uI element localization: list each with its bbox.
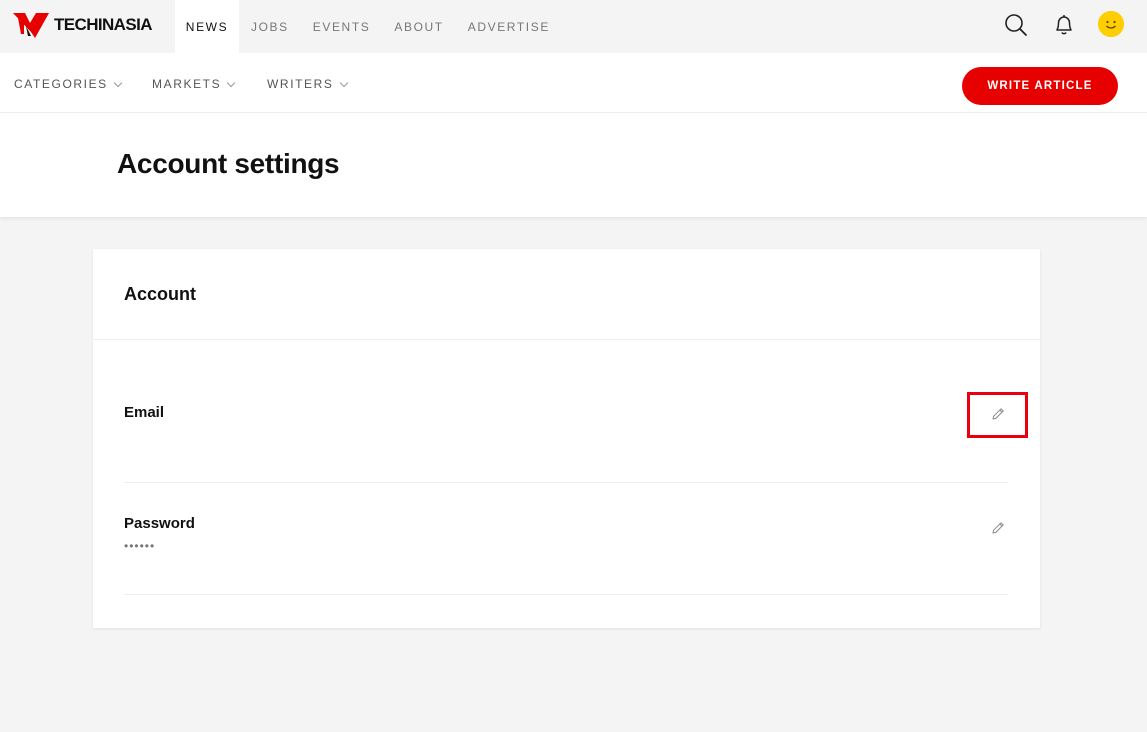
edit-password-button[interactable] [988,518,1008,538]
nav-jobs[interactable]: JOBS [239,0,301,53]
edit-email-button[interactable] [988,404,1008,424]
techinasia-logo[interactable]: TECHINASIA [12,10,153,40]
categories-dropdown[interactable]: CATEGORIES [14,77,123,91]
notifications-button[interactable] [1050,11,1078,39]
card-header: Account [93,249,1040,340]
secondary-navigation: CATEGORIES MARKETS WRITERS WRITE ARTICLE [0,53,1147,113]
chevron-down-icon [226,78,236,87]
chevron-down-icon [113,78,123,87]
pencil-icon [992,408,1004,420]
pencil-icon [992,522,1004,534]
chevron-down-icon [339,78,348,87]
email-label: Email [124,404,165,421]
top-navigation: TECHINASIA NEWS JOBS EVENTS ABOUT ADVERT… [0,0,1147,53]
search-icon [1005,14,1027,36]
page-header: Account settings [0,113,1147,217]
bell-icon [1056,15,1072,35]
writers-label: WRITERS [267,77,334,91]
nav-advertise[interactable]: ADVERTISE [456,0,562,53]
write-article-button[interactable]: WRITE ARTICLE [962,67,1118,105]
writers-dropdown[interactable]: WRITERS [267,77,348,91]
nav-events[interactable]: EVENTS [301,0,383,53]
account-card: Account Email Password •••••• [93,249,1040,628]
markets-dropdown[interactable]: MARKETS [152,77,236,91]
section-title: Account [124,284,196,304]
logo-icon [13,13,49,38]
nav-news[interactable]: NEWS [175,0,239,53]
password-label: Password [124,515,195,532]
page-title: Account settings [117,148,340,179]
avatar[interactable] [1098,11,1124,37]
logo-text: TECHINASIA [54,15,153,34]
main-nav: NEWS JOBS EVENTS ABOUT ADVERTISE [175,0,562,53]
markets-label: MARKETS [152,77,222,91]
nav-about[interactable]: ABOUT [382,0,455,53]
search-button[interactable] [1002,11,1030,39]
categories-label: CATEGORIES [14,77,108,91]
smiley-avatar-icon [1098,11,1124,37]
password-row: Password •••••• [124,483,1008,595]
email-row: Email [124,340,1008,483]
password-value: •••••• [124,539,156,553]
